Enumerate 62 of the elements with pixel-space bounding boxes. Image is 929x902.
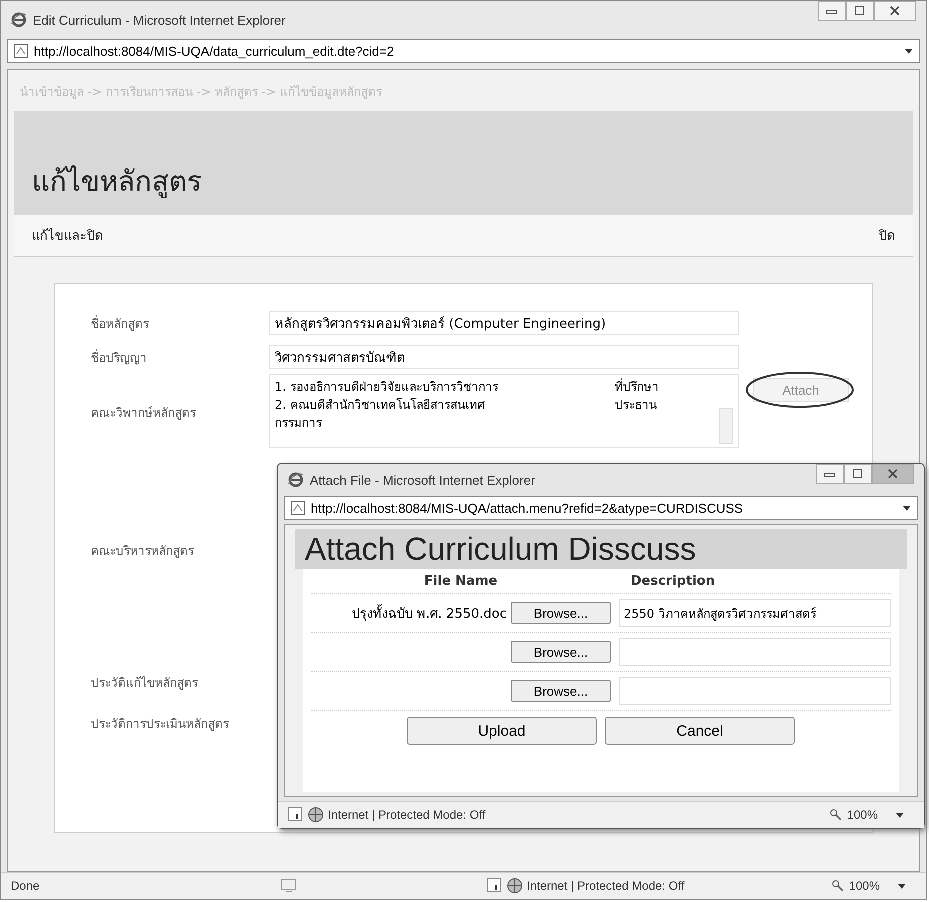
dropdown-icon[interactable] (896, 812, 904, 818)
close-link[interactable]: ปิด (879, 225, 895, 246)
scroll-bar[interactable] (719, 408, 733, 444)
zoom-icon[interactable] (829, 808, 844, 822)
field-label: คณะวิพากษ์หลักสูตร (91, 404, 197, 422)
text-field[interactable]: หลักสูตรวิศวกรรมคอมพิวเตอร์ (Computer Engineering) (269, 311, 739, 335)
field-label: ชื่อหลักสูตร (91, 314, 150, 332)
browse-button[interactable]: Browse... (511, 641, 611, 663)
description-field[interactable] (619, 638, 891, 666)
dialog-button[interactable]: Cancel (605, 717, 795, 745)
page-title: แก้ไขหลักสูตร (32, 164, 202, 200)
zoom-level[interactable]: 100% (849, 879, 880, 893)
browser-icon (11, 12, 27, 28)
text-field[interactable]: วิศวกรรมศาสตรบัณฑิต (269, 345, 739, 369)
minimize-button[interactable] (816, 464, 844, 484)
dropdown-icon[interactable] (905, 48, 913, 54)
field-label: ประวัติการประเมินหลักสูตร (91, 716, 230, 733)
file-path: ปรุงทั้งฉบับ พ.ศ. 2550.doc (352, 602, 507, 624)
address-bar[interactable]: http://localhost:8084/MIS-UQA/data_curriculum_edit.dte?cid=2 (7, 39, 920, 63)
description-field[interactable]: 2550 วิภาคหลักสูตรวิศวกรรมศาสตร์ (619, 599, 891, 627)
status-text: Done (11, 879, 41, 893)
browse-button[interactable]: Browse... (511, 680, 611, 702)
globe-icon (507, 878, 523, 894)
role-text: ที่ปรึกษา (615, 378, 659, 396)
role-text: ประธาน (615, 397, 657, 414)
column-header: Description (630, 574, 716, 588)
address-bar[interactable]: http://localhost:8084/MIS-UQA/attach.menu?refid=2&atype=CURDISCUSS (284, 496, 918, 520)
zoom-icon[interactable] (831, 879, 846, 893)
text-area[interactable]: 1. รองอธิการบดีฝ่ายวิจัยและบริการวิชาการ ที่ปรึกษา 2. คณบดีสำนักวิชาเทคโนโลยีสารสนเทศ ประธาน กรรมการ (269, 374, 739, 448)
maximize-icon (852, 469, 864, 479)
close-icon (889, 6, 901, 16)
maximize-button[interactable] (844, 464, 872, 484)
monitor-icon (281, 879, 297, 893)
page-icon (291, 501, 305, 515)
column-header: File Name (423, 574, 499, 588)
zoom-level[interactable]: 100% (847, 808, 878, 822)
minimize-button[interactable] (818, 1, 846, 21)
page-icon (14, 44, 28, 58)
list-line: กรรมการ (275, 415, 323, 432)
browse-button[interactable]: Browse... (511, 602, 611, 624)
dialog-heading: Attach Curriculum Disscuss (305, 530, 698, 569)
maximize-button[interactable] (846, 1, 874, 21)
list-line: 2. คณบดีสำนักวิชาเทคโนโลยีสารสนเทศ (275, 397, 486, 414)
security-zone: Internet | Protected Mode: Off (328, 808, 486, 822)
save-and-close-link[interactable]: แก้ไขและปิด (32, 225, 103, 246)
browser-icon (288, 472, 304, 488)
window-title: Attach File - Microsoft Internet Explorer (310, 472, 536, 488)
security-zone: Internet | Protected Mode: Off (527, 879, 685, 893)
close-button[interactable] (874, 1, 916, 21)
field-label: คณะบริหารหลักสูตร (91, 542, 195, 560)
window-title: Edit Curriculum - Microsoft Internet Explorer (33, 12, 287, 28)
description-field[interactable] (619, 677, 891, 705)
field-label: ประวัติแก้ไขหลักสูตร (91, 674, 199, 692)
dropdown-icon[interactable] (903, 506, 911, 510)
dialog-button[interactable]: Upload (407, 717, 597, 745)
close-button[interactable] (872, 464, 914, 484)
close-icon (887, 469, 899, 479)
globe-icon (308, 807, 324, 823)
field-label: ชื่อปริญญา (91, 348, 148, 366)
maximize-icon (854, 6, 866, 16)
dropdown-icon[interactable] (898, 884, 906, 888)
list-line: 1. รองอธิการบดีฝ่ายวิจัยและบริการวิชาการ (275, 379, 500, 396)
